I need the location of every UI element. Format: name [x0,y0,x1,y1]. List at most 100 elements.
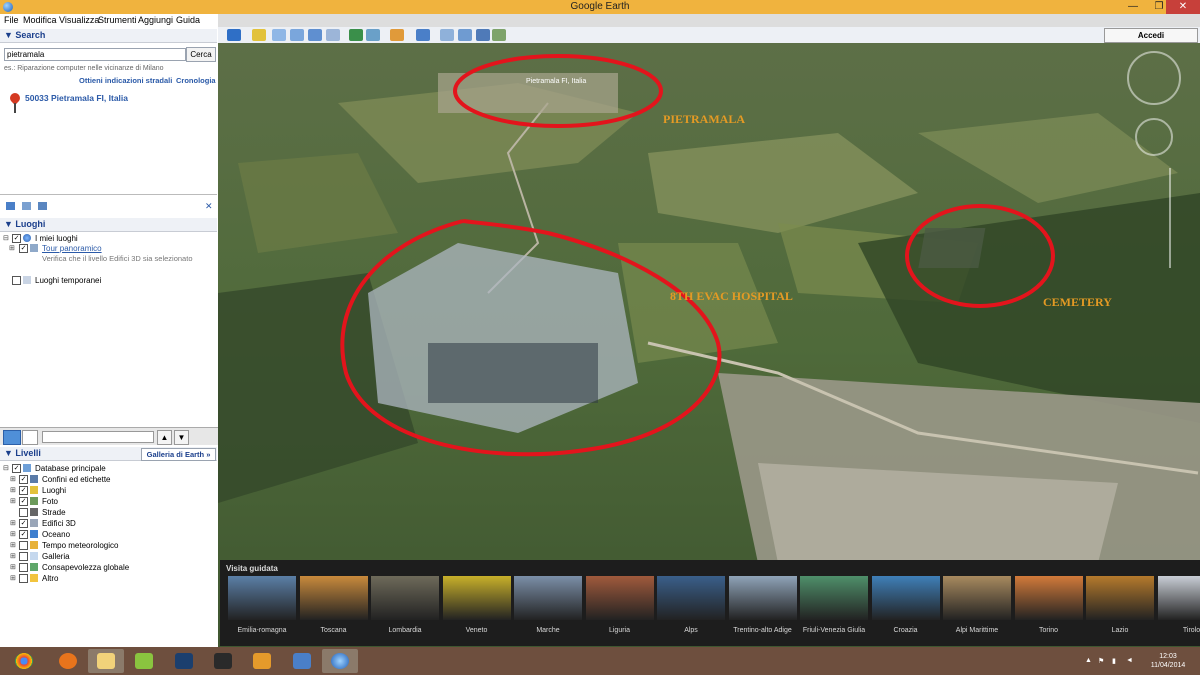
volume-icon[interactable]: ◄ [1126,657,1134,665]
print-icon[interactable] [38,202,47,210]
save-image-icon[interactable] [476,29,490,41]
tour-thumbnail[interactable] [800,576,868,620]
paint-taskbar-button[interactable] [284,649,320,673]
planets-icon[interactable] [390,29,404,41]
layer-checkbox[interactable]: ✓ [19,497,28,506]
layer-checkbox[interactable] [19,563,28,572]
path-icon[interactable] [290,29,304,41]
layer-checkbox[interactable]: ✓ [19,486,28,495]
expand-icon[interactable]: ⊞ [10,496,16,507]
sunlight-icon[interactable] [366,29,380,41]
tour-label[interactable]: Trentino-alto Adige [728,627,798,634]
checkbox[interactable]: ✓ [12,234,21,243]
historical-imagery-icon[interactable] [349,29,363,41]
tour-label[interactable]: Lazio [1085,627,1155,634]
menu-file[interactable]: File [4,15,19,25]
record-tour-icon[interactable] [326,29,340,41]
polygon-icon[interactable] [272,29,286,41]
maps-icon[interactable] [492,29,506,41]
tour-label[interactable]: Friuli-Venezia Giulia [799,627,869,634]
google-earth-taskbar-button[interactable] [322,649,358,673]
expand-icon[interactable]: ⊞ [10,573,16,584]
tour-thumbnail[interactable] [871,576,940,620]
media-player-taskbar-button[interactable] [244,649,280,673]
tour-thumbnail[interactable] [228,576,296,620]
tour-thumbnail[interactable] [585,576,654,620]
tour-thumbnail[interactable] [442,576,511,620]
search-icon[interactable] [3,430,21,445]
tour-label[interactable]: Liguria [585,627,655,634]
email-icon[interactable] [440,29,454,41]
overlay-icon[interactable] [308,29,322,41]
close-button[interactable]: ✕ [1166,0,1200,14]
explorer-taskbar-button[interactable] [88,649,124,673]
expand-icon[interactable]: ⊞ [9,243,15,254]
menu-aggiungi[interactable]: Aggiungi [138,15,173,25]
layer-checkbox[interactable]: ✓ [12,464,21,473]
arrow-up-icon[interactable]: ▲ [157,430,172,445]
tour-thumbnail[interactable] [371,576,439,620]
sidebar-toggle-icon[interactable] [227,29,241,41]
tour-label[interactable]: Toscana [299,627,369,634]
tour-thumbnail[interactable] [1157,576,1200,620]
layers-panel-header[interactable]: ▼ Livelli Galleria di Earth » [0,447,217,461]
signin-button[interactable]: Accedi [1104,28,1198,43]
expand-icon[interactable]: ⊞ [10,529,16,540]
expand-icon[interactable]: ⊞ [10,474,16,485]
lightroom-taskbar-button[interactable] [205,649,241,673]
ruler-icon[interactable] [416,29,430,41]
checkbox[interactable] [12,276,21,285]
tour-label[interactable]: Alpi Marittime [942,627,1012,634]
layer-checkbox[interactable] [19,508,28,517]
tour-label[interactable]: Veneto [442,627,512,634]
tour-thumbnail[interactable] [657,576,725,620]
collapse-icon[interactable]: ⊟ [3,463,9,474]
layer-checkbox[interactable]: ✓ [19,475,28,484]
tour-label[interactable]: Alps [656,627,726,634]
tour-label[interactable]: Croazia [871,627,941,634]
clock[interactable]: 12:03 11/04/2014 [1140,652,1196,670]
layer-checkbox[interactable] [19,552,28,561]
network-icon[interactable]: ▮ [1112,657,1120,665]
history-link[interactable]: Cronologia [176,76,216,85]
map-view[interactable]: Pietramala FI, Italia Pietramala 8th Eva… [218,43,1200,647]
search-panel-header[interactable]: ▼ Search [0,29,217,43]
layer-checkbox[interactable]: ✓ [19,519,28,528]
flag-icon[interactable]: ⚑ [1098,657,1106,665]
tour-label[interactable]: Lombardia [370,627,440,634]
menu-guida[interactable]: Guida [176,15,200,25]
menu-strumenti[interactable]: Strumenti [98,15,137,25]
tour-label[interactable]: Emilia-romagna [227,627,297,634]
expand-icon[interactable]: ⊞ [10,562,16,573]
layer-checkbox[interactable]: ✓ [19,530,28,539]
layer-checkbox[interactable] [19,574,28,583]
close-search-results-icon[interactable]: ✕ [205,201,213,212]
places-panel-header[interactable]: ▼ Luoghi [0,218,217,232]
tour-label[interactable]: Marche [513,627,583,634]
expand-icon[interactable]: ⊞ [10,540,16,551]
expand-icon[interactable]: ⊞ [10,551,16,562]
tour-thumbnail[interactable] [1086,576,1154,620]
tour-thumbnail[interactable] [943,576,1011,620]
tour-label[interactable]: Torino [1014,627,1084,634]
checkbox[interactable]: ✓ [19,244,28,253]
app-taskbar-button[interactable] [126,649,162,673]
chrome-taskbar-button[interactable] [6,649,42,673]
minimize-button[interactable]: — [1120,0,1146,14]
print-icon[interactable] [458,29,472,41]
expand-icon[interactable]: ⊞ [10,485,16,496]
tour-label[interactable]: Tirolo [1157,627,1200,634]
tray-chevron-icon[interactable]: ▲ [1085,657,1093,665]
firefox-taskbar-button[interactable] [50,649,86,673]
places-filter-input[interactable] [42,431,154,443]
photoshop-taskbar-button[interactable] [166,649,202,673]
tour-thumbnail[interactable] [728,576,797,620]
folder-icon[interactable] [6,202,15,210]
menu-visualizza[interactable]: Visualizza [59,15,99,25]
tour-thumbnail[interactable] [1014,576,1083,620]
placemark-icon[interactable] [252,29,266,41]
tour-thumbnail[interactable] [514,576,582,620]
collapse-icon[interactable]: ⊟ [3,233,9,244]
expand-icon[interactable]: ⊞ [10,518,16,529]
search-result-link[interactable]: 50033 Pietramala FI, Italia [25,93,128,103]
